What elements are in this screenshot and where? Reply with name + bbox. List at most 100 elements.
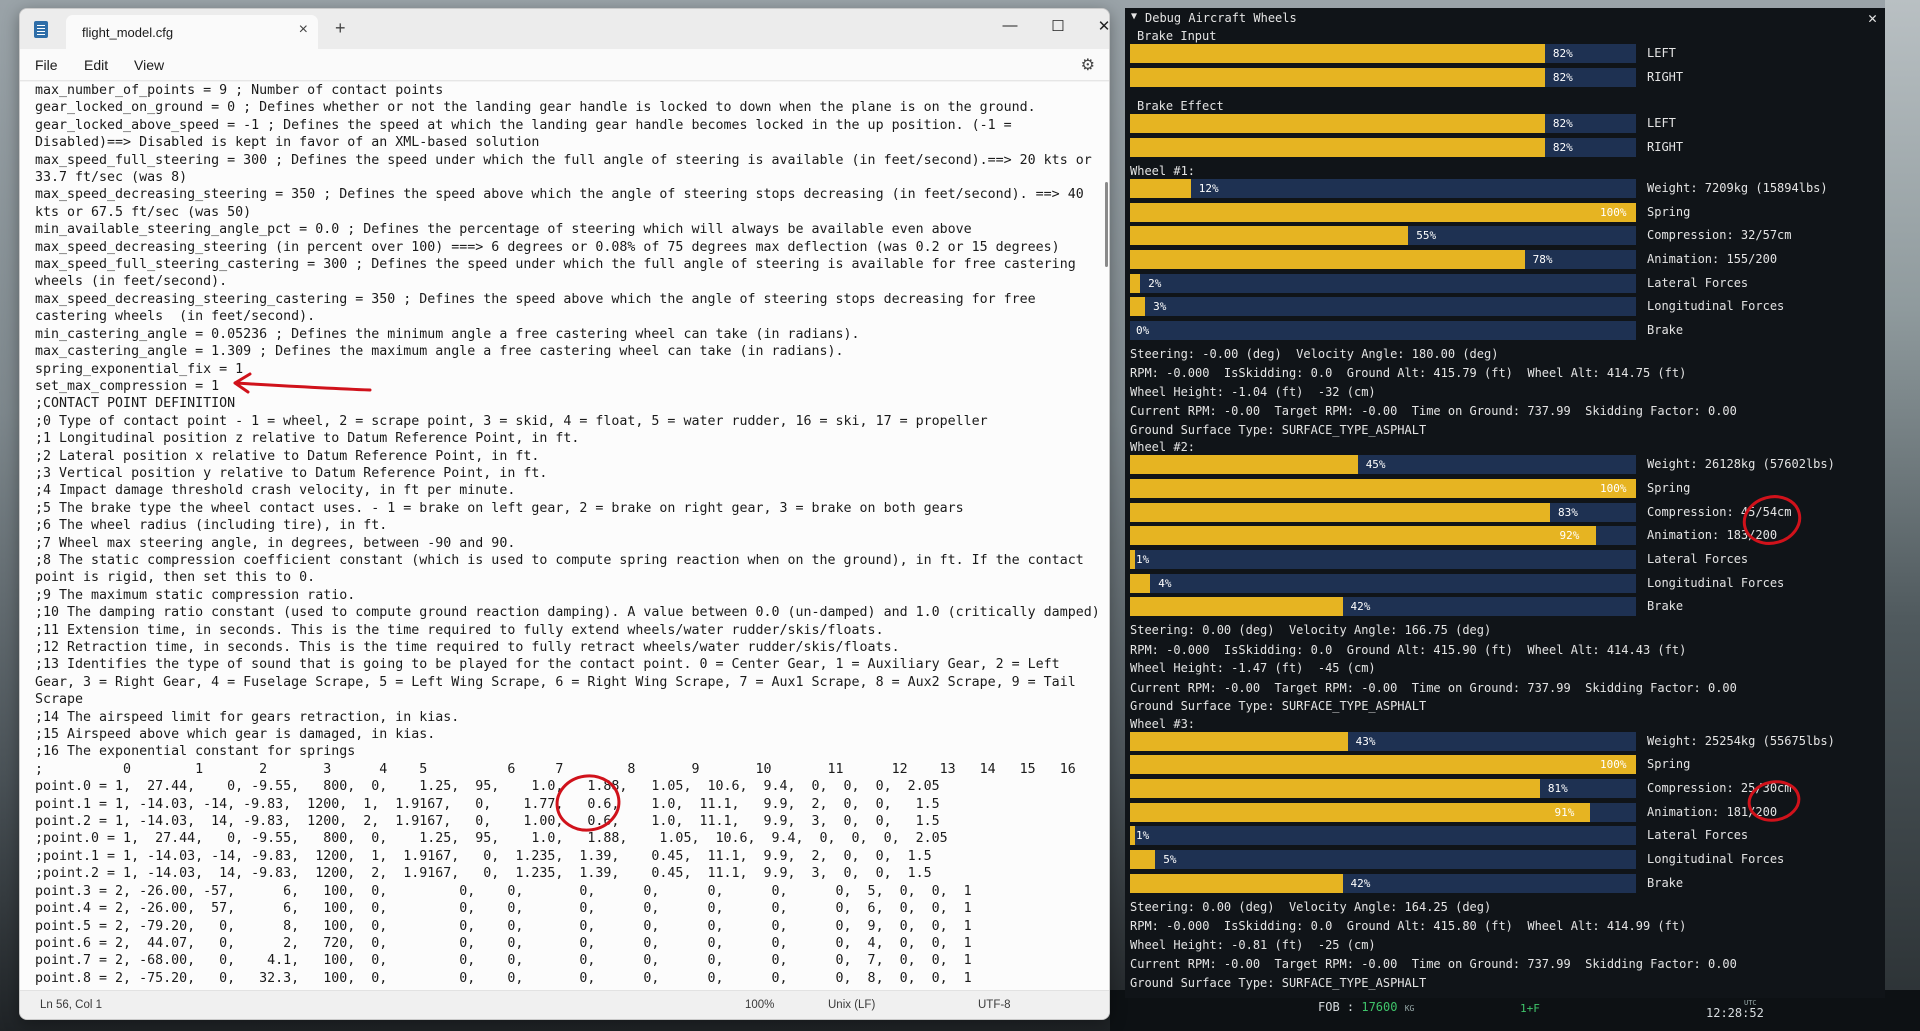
vertical-scrollbar[interactable] [1105, 182, 1108, 267]
wheel-info-line: Steering: -0.00 (deg) Velocity Angle: 18… [1130, 346, 1499, 361]
progress-percent: 4% [1158, 576, 1172, 590]
progress-bar-fill [1130, 873, 1343, 893]
progress-bar: 82% [1130, 138, 1636, 158]
progress-bar-fill [1130, 502, 1550, 522]
progress-percent: 100% [1600, 481, 1627, 495]
bar-label: Brake [1647, 323, 1684, 337]
collapse-triangle-icon[interactable]: ▼ [1131, 11, 1137, 22]
progress-bar: 100% [1130, 202, 1636, 222]
progress-bar-fill [1130, 731, 1348, 751]
cursor-position: Ln 56, Col 1 [40, 999, 103, 1011]
bar-label: Compression: 32/57cm [1647, 228, 1792, 243]
brake-input-heading: Brake Input [1137, 29, 1217, 43]
encoding[interactable]: UTF-8 [978, 999, 1011, 1011]
maximize-icon[interactable]: ☐ [1038, 17, 1078, 35]
close-window-icon[interactable]: ✕ [1084, 17, 1109, 35]
progress-percent: 78% [1532, 252, 1553, 266]
code-line: point.1 = 1, -14.03, -14, -9.83, 1200, 1… [35, 796, 940, 812]
wheel-info-line: Current RPM: -0.00 Target RPM: -0.00 Tim… [1130, 957, 1737, 971]
debug-panel-title: Debug Aircraft Wheels [1145, 11, 1297, 25]
fob-value: 17600 [1361, 1000, 1398, 1014]
file-tab[interactable]: flight_model.cfg × [66, 15, 318, 49]
code-line: max_castering_angle = 1.309 ; Defines th… [35, 344, 844, 360]
progress-bar: 1% [1130, 826, 1636, 846]
progress-percent: 5% [1163, 853, 1177, 867]
zoom-level[interactable]: 100% [745, 999, 774, 1011]
progress-bar: 0% [1130, 321, 1636, 340]
progress-bar: 78% [1130, 249, 1636, 269]
menu-file[interactable]: File [35, 57, 58, 73]
brake-effect-heading: Brake Effect [1137, 99, 1224, 114]
utc-label: UTC [1744, 999, 1757, 1007]
bar-label: Animation: 183/200 [1647, 528, 1778, 543]
utc-clock: UTC 12:28:52 [1706, 999, 1764, 1020]
bar-label: Longitudinal Forces [1647, 852, 1785, 867]
progress-percent: 1% [1136, 829, 1150, 843]
progress-bar-fill [1130, 67, 1545, 87]
menu-edit[interactable]: Edit [84, 57, 108, 73]
bar-label: RIGHT [1647, 140, 1684, 155]
progress-percent: 42% [1350, 876, 1371, 890]
code-line: ;7 Wheel max steering angle, in degrees,… [35, 535, 516, 551]
progress-bar-fill [1130, 478, 1636, 498]
code-line: ;point.1 = 1, -14.03, -14, -9.83, 1200, … [35, 848, 932, 864]
progress-bar: 81% [1130, 779, 1636, 798]
progress-percent: 0% [1136, 324, 1150, 337]
debug-close-icon[interactable]: ✕ [1868, 9, 1877, 27]
code-line: point.2 = 1, -14.03, 14, -9.83, 1200, 2,… [35, 814, 940, 830]
settings-gear-icon[interactable]: ⚙ [1081, 55, 1095, 75]
debug-panel-header[interactable]: ▼ Debug Aircraft Wheels ✕ [1125, 8, 1885, 28]
tab-close-icon[interactable]: × [299, 21, 308, 39]
progress-bar-fill [1130, 178, 1191, 198]
progress-bar: 42% [1130, 597, 1636, 617]
code-line: 33.7 ft/sec (was 8) [35, 170, 188, 186]
code-line: point.6 = 2, 44.07, 0, 2, 720, 0, 0, 0, … [35, 935, 972, 951]
progress-bar-fill [1130, 249, 1525, 269]
progress-percent: 2% [1148, 276, 1162, 290]
title-bar[interactable]: flight_model.cfg × + — ☐ ✕ [20, 9, 1109, 49]
code-line: max_speed_decreasing_steering_castering … [35, 291, 1036, 307]
code-line: ;6 The wheel radius (including tire), in… [35, 518, 388, 534]
code-line: max_speed_decreasing_steering (in percen… [35, 239, 1060, 255]
progress-percent: 82% [1552, 70, 1573, 84]
code-line: max_speed_decreasing_steering = 350 ; De… [35, 187, 1084, 203]
bar-label: Weight: 25254kg (55675lbs) [1647, 733, 1835, 748]
code-line: gear_locked_above_speed = -1 ; Defines t… [35, 117, 1012, 133]
code-line: ;13 Identifies the type of sound that is… [35, 657, 1060, 673]
new-tab-icon[interactable]: + [335, 18, 346, 39]
progress-percent: 83% [1557, 505, 1578, 519]
code-line: ;4 Impact damage threshold crash velocit… [35, 483, 516, 499]
code-line: point.5 = 2, -79.20, 0, 8, 100, 0, 0, 0,… [35, 918, 972, 934]
menu-view[interactable]: View [134, 57, 164, 73]
file-content: max_number_of_points = 9 ; Number of con… [35, 82, 1100, 987]
progress-bar: 5% [1130, 850, 1636, 870]
progress-bar-fill [1130, 826, 1136, 846]
progress-bar-fill [1130, 202, 1636, 222]
minimize-icon[interactable]: — [990, 17, 1030, 34]
text-editor[interactable]: max_number_of_points = 9 ; Number of con… [20, 82, 1109, 992]
progress-bar: 1% [1130, 550, 1636, 569]
code-line: point.4 = 2, -26.00, 57, 6, 100, 0, 0, 0… [35, 901, 972, 917]
progress-bar: 92% [1130, 526, 1636, 546]
bar-label: LEFT [1647, 116, 1676, 131]
progress-percent: 3% [1153, 300, 1167, 314]
code-line: wheels (in feet/second). [35, 274, 228, 290]
bar-label: Lateral Forces [1647, 552, 1749, 566]
progress-bar: 82% [1130, 114, 1636, 134]
wheel-info-line: Steering: 0.00 (deg) Velocity Angle: 166… [1130, 623, 1492, 638]
progress-percent: 100% [1600, 758, 1627, 772]
bar-label: RIGHT [1647, 69, 1684, 84]
code-line: ;point.2 = 1, -14.03, 14, -9.83, 1200, 2… [35, 866, 932, 882]
code-line: ;14 The airspeed limit for gears retract… [35, 709, 460, 725]
progress-percent: 82% [1552, 117, 1573, 131]
fob-readout: FOB : 17600 KG [1318, 1000, 1414, 1014]
code-line: ; 0 1 2 3 4 5 6 7 8 9 10 11 12 13 14 15 … [35, 761, 1076, 777]
progress-bar: 42% [1130, 873, 1636, 893]
wheel-info-line: Wheel Height: -1.47 (ft) -45 (cm) [1130, 661, 1376, 676]
code-line: max_speed_full_steering_castering = 300 … [35, 257, 1076, 273]
bar-label: Longitudinal Forces [1647, 299, 1785, 314]
progress-bar-fill [1130, 755, 1636, 775]
wheel-info-line: Ground Surface Type: SURFACE_TYPE_ASPHAL… [1130, 975, 1427, 990]
code-line: ;0 Type of contact point - 1 = wheel, 2 … [35, 413, 988, 429]
line-ending[interactable]: Unix (LF) [828, 999, 875, 1011]
